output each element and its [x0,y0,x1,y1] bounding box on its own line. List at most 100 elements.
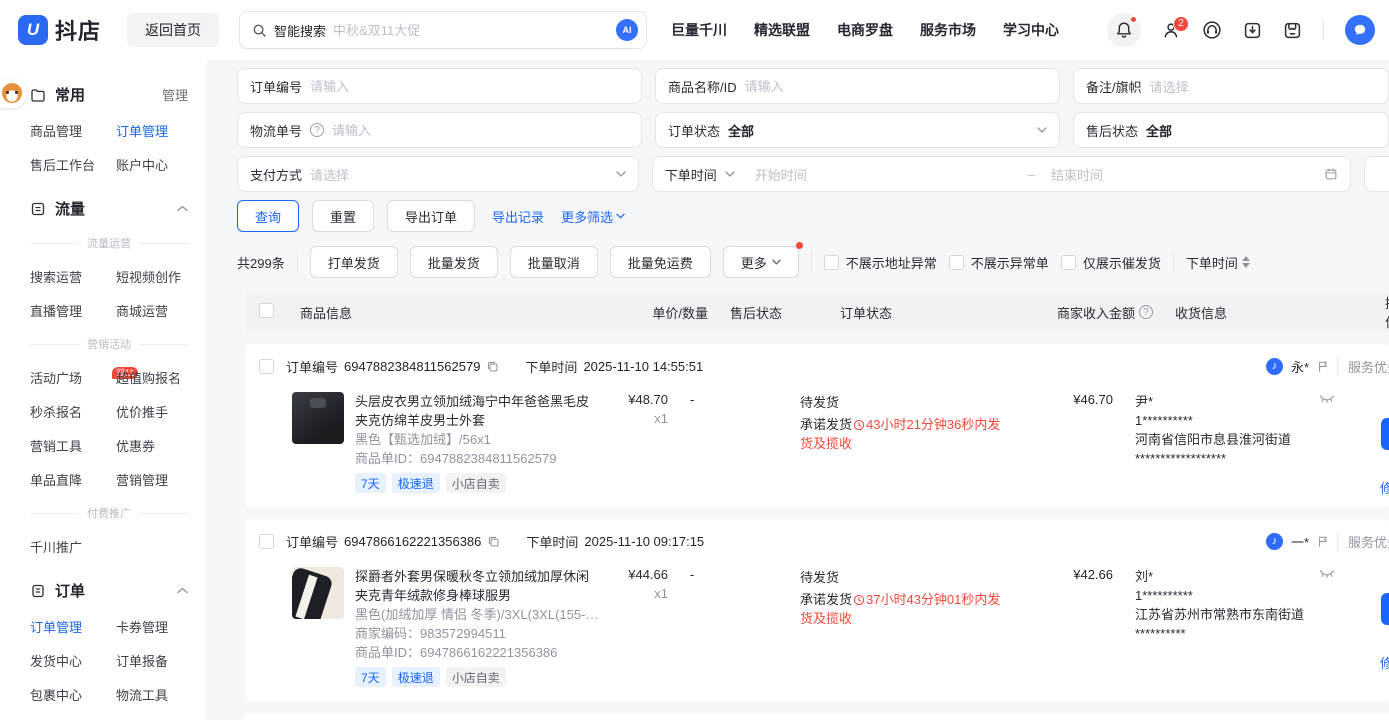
sidebar-item-video-create[interactable]: 短视频创作 [116,267,181,286]
sidebar-item-order-mgmt-2[interactable]: 订单管理 [30,617,82,636]
nav-xuexizhongxin[interactable]: 学习中心 [1003,20,1059,40]
sidebar-item-marketing-mgmt[interactable]: 营销管理 [116,470,168,489]
chevron-up-icon[interactable] [177,587,188,594]
reset-button[interactable]: 重置 [312,200,374,232]
sort-icon [1242,256,1250,268]
ai-search-icon[interactable]: AI [616,19,638,41]
nav-luopan[interactable]: 电商罗盘 [837,20,893,40]
filter-product-input[interactable] [745,79,1047,94]
nav-qianchuan[interactable]: 巨量千川 [671,20,727,40]
eye-closed-icon[interactable] [1319,394,1335,404]
sidebar-item-mall-ops[interactable]: 商城运营 [116,301,168,320]
back-home-button[interactable]: 返回首页 [127,13,219,47]
sidebar-item-direct-discount[interactable]: 单品直降 [30,470,82,489]
hide-abnormal-order-checkbox[interactable]: 不展示异常单 [949,253,1049,272]
sidebar-item-coupon[interactable]: 优惠券 [116,436,155,455]
order-time: 2025-11-10 09:17:15 [584,534,704,549]
paid-promo-items: 千川推广 [30,537,188,556]
feige-chat-icon[interactable] [1345,15,1375,45]
print-ship-button[interactable]: 打单发货 [310,246,398,278]
sidebar-item-aftersale-bench[interactable]: 售后工作台 [30,155,95,174]
filter-tracking-input[interactable] [332,123,629,138]
ship-button-partial[interactable] [1381,593,1389,625]
export-log-link[interactable]: 导出记录 [492,207,544,226]
edit-address-link[interactable]: 修 [1380,653,1389,672]
sidebar-item-logistics-tool[interactable]: 物流工具 [116,685,168,704]
hide-address-abnormal-checkbox[interactable]: 不展示地址异常 [824,253,937,272]
sidebar-item-activity-square[interactable]: 活动广场双11 [30,368,108,387]
account-icon[interactable]: 2 [1162,21,1181,40]
section-order[interactable]: 订单 [30,580,188,601]
sidebar-item-price-helper[interactable]: 优价推手 [116,402,168,421]
order-checkbox[interactable] [259,534,274,549]
export-order-button[interactable]: 导出订单 [387,200,475,232]
sidebar-item-ship-center[interactable]: 发货中心 [30,651,82,670]
sidebar-item-goods[interactable]: 商品管理 [30,121,82,140]
batch-ship-button[interactable]: 批量发货 [410,246,498,278]
eye-closed-icon[interactable] [1319,569,1335,579]
product-image[interactable] [292,392,344,444]
filter-remark-label: 备注/旗帜 [1086,77,1142,96]
buyer-name[interactable]: 一* [1291,532,1309,551]
time-start-placeholder[interactable]: 开始时间 [755,165,1020,184]
download-center-icon[interactable] [1243,21,1262,40]
filter-remark[interactable]: 备注/旗帜 请选择 [1073,68,1389,104]
income-info-icon[interactable]: ? [1139,305,1153,319]
product-title[interactable]: 探爵者外套男保暖秋冬立领加绒加厚休闲夹克青年绒款修身棒球服男 [355,567,600,605]
edit-address-link[interactable]: 修 [1380,478,1389,497]
more-filter-link[interactable]: 更多筛选 [561,207,625,226]
aftersale-status: - [668,567,763,582]
nav-jingxuan[interactable]: 精选联盟 [754,20,810,40]
query-button[interactable]: 查询 [237,200,299,232]
search-input[interactable] [333,23,609,38]
sidebar-item-order-report[interactable]: 订单报备 [116,651,168,670]
manage-link[interactable]: 管理 [162,85,188,104]
filter-aftersale-status[interactable]: 售后状态 全部 [1073,112,1389,148]
chevron-down-icon[interactable] [725,171,735,177]
customer-service-icon[interactable] [1202,20,1222,40]
only-urge-ship-checkbox[interactable]: 仅展示催发货 [1061,253,1161,272]
batch-free-shipping-button[interactable]: 批量免运费 [610,246,711,278]
sidebar-item-marketing-tool[interactable]: 营销工具 [30,436,82,455]
product-title[interactable]: 头层皮衣男立领加绒海宁中年爸爸黑毛皮夹克仿绵羊皮男士外套 [355,392,600,430]
chevron-up-icon[interactable] [177,205,188,212]
batch-cancel-button[interactable]: 批量取消 [510,246,598,278]
ship-button-partial[interactable] [1381,418,1389,450]
filter-product[interactable]: 商品名称/ID [655,68,1060,104]
copy-icon[interactable] [487,535,500,548]
filter-tracking[interactable]: 物流单号 ? [237,112,642,148]
smart-search-box[interactable]: 智能搜索 AI [239,11,647,49]
time-end-placeholder[interactable]: 结束时间 [1051,165,1316,184]
sidebar-item-qianchuan-promo[interactable]: 千川推广 [30,537,82,556]
doudian-logo[interactable]: U 抖店 [18,14,101,46]
flag-icon[interactable] [1317,535,1329,548]
filter-partial-box[interactable] [1364,156,1389,192]
sort-by-order-time[interactable]: 下单时间 [1186,253,1250,272]
sidebar-item-package-center[interactable]: 包裹中心 [30,685,82,704]
select-all-checkbox[interactable] [259,303,274,318]
sidebar-item-value-buy[interactable]: 超值购报名 [116,368,181,387]
flag-icon[interactable] [1317,360,1329,373]
sidebar-item-order-mgmt[interactable]: 订单管理 [116,121,168,140]
filter-pay-method[interactable]: 支付方式 请选择 [237,156,639,192]
copy-icon[interactable] [486,360,499,373]
sidebar-item-live-mgmt[interactable]: 直播管理 [30,301,82,320]
filter-order-status[interactable]: 订单状态 全部 [655,112,1060,148]
section-traffic[interactable]: 流量 [30,198,188,219]
filter-order-no-input[interactable] [310,79,629,94]
filter-order-no[interactable]: 订单编号 [237,68,642,104]
notification-bell-icon[interactable] [1107,13,1141,47]
buyer-name[interactable]: 永* [1291,357,1309,376]
sidebar-item-seckill[interactable]: 秒杀报名 [30,402,82,421]
order-checkbox[interactable] [259,359,274,374]
app-market-icon[interactable] [1283,21,1302,40]
sidebar-item-search-ops[interactable]: 搜索运营 [30,267,82,286]
sidebar-item-card-coupon[interactable]: 卡券管理 [116,617,168,636]
help-icon[interactable]: ? [310,123,324,137]
nav-fuwushichang[interactable]: 服务市场 [920,20,976,40]
more-actions-button[interactable]: 更多 [723,246,799,278]
filter-time-range[interactable]: 下单时间 开始时间 – 结束时间 [652,156,1351,192]
product-image[interactable] [292,567,344,619]
sidebar-item-account-center[interactable]: 账户中心 [116,155,168,174]
order-status: 待发货 [800,567,1013,586]
